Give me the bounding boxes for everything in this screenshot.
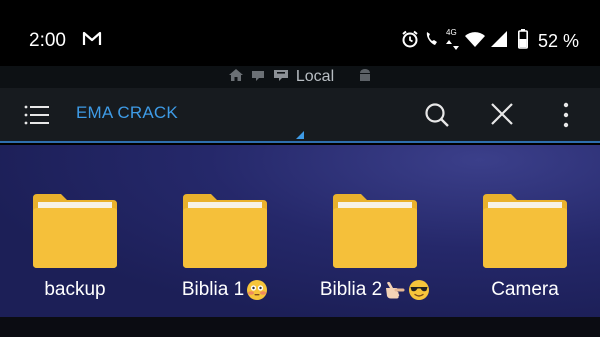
alarm-icon [400,29,420,53]
list-item[interactable]: Biblia 1 [165,192,285,301]
battery-percent: 52 % [538,30,580,51]
folder-icon [183,194,267,268]
flushed-face-icon [246,279,268,301]
folder-label: Camera [491,279,559,300]
file-grid: backup Biblia 1 Biblia 2 Camera [0,145,600,317]
sunglasses-face-icon [408,279,430,301]
android-icon[interactable] [358,67,372,87]
storage-icon[interactable] [250,68,266,86]
folder-icon [333,194,417,268]
folder-label: Biblia 1 [181,279,245,301]
menu-icon[interactable] [24,104,50,130]
signal-icon [490,30,508,52]
folder-label: backup [44,279,106,300]
sd-icon[interactable] [272,68,290,86]
list-item[interactable]: Camera [465,192,585,301]
search-icon[interactable] [424,102,450,132]
pointing-hand-icon [384,279,406,301]
wifi-calling-icon [424,29,442,53]
status-time: 2:00 [29,30,66,51]
list-item[interactable]: backup [15,192,135,301]
more-vert-icon[interactable] [562,101,570,133]
folder-icon [33,194,117,268]
status-bar: 2:00 4G 52 % [0,0,600,66]
network-type-label: 4G [446,28,457,37]
wifi-icon [464,30,486,52]
gmail-icon [82,29,102,53]
list-item[interactable]: Biblia 2 [315,192,435,301]
4g-icon: 4G [446,28,460,52]
close-icon[interactable] [490,102,514,130]
breadcrumb: Local [0,66,600,88]
folder-label-row: Biblia 2 [315,279,435,301]
system-icons: 4G 52 % [400,28,580,53]
breadcrumb-current[interactable]: Local [296,68,334,86]
home-icon[interactable] [228,68,244,86]
dropdown-indicator-icon[interactable] [296,124,304,143]
battery-icon [518,29,528,53]
folder-label: Biblia 2 [319,279,383,301]
folder-title[interactable]: EMA CRACK [76,103,178,123]
folder-icon [483,194,567,268]
folder-label-row: Biblia 1 [165,279,285,301]
bottom-bar [0,317,600,337]
